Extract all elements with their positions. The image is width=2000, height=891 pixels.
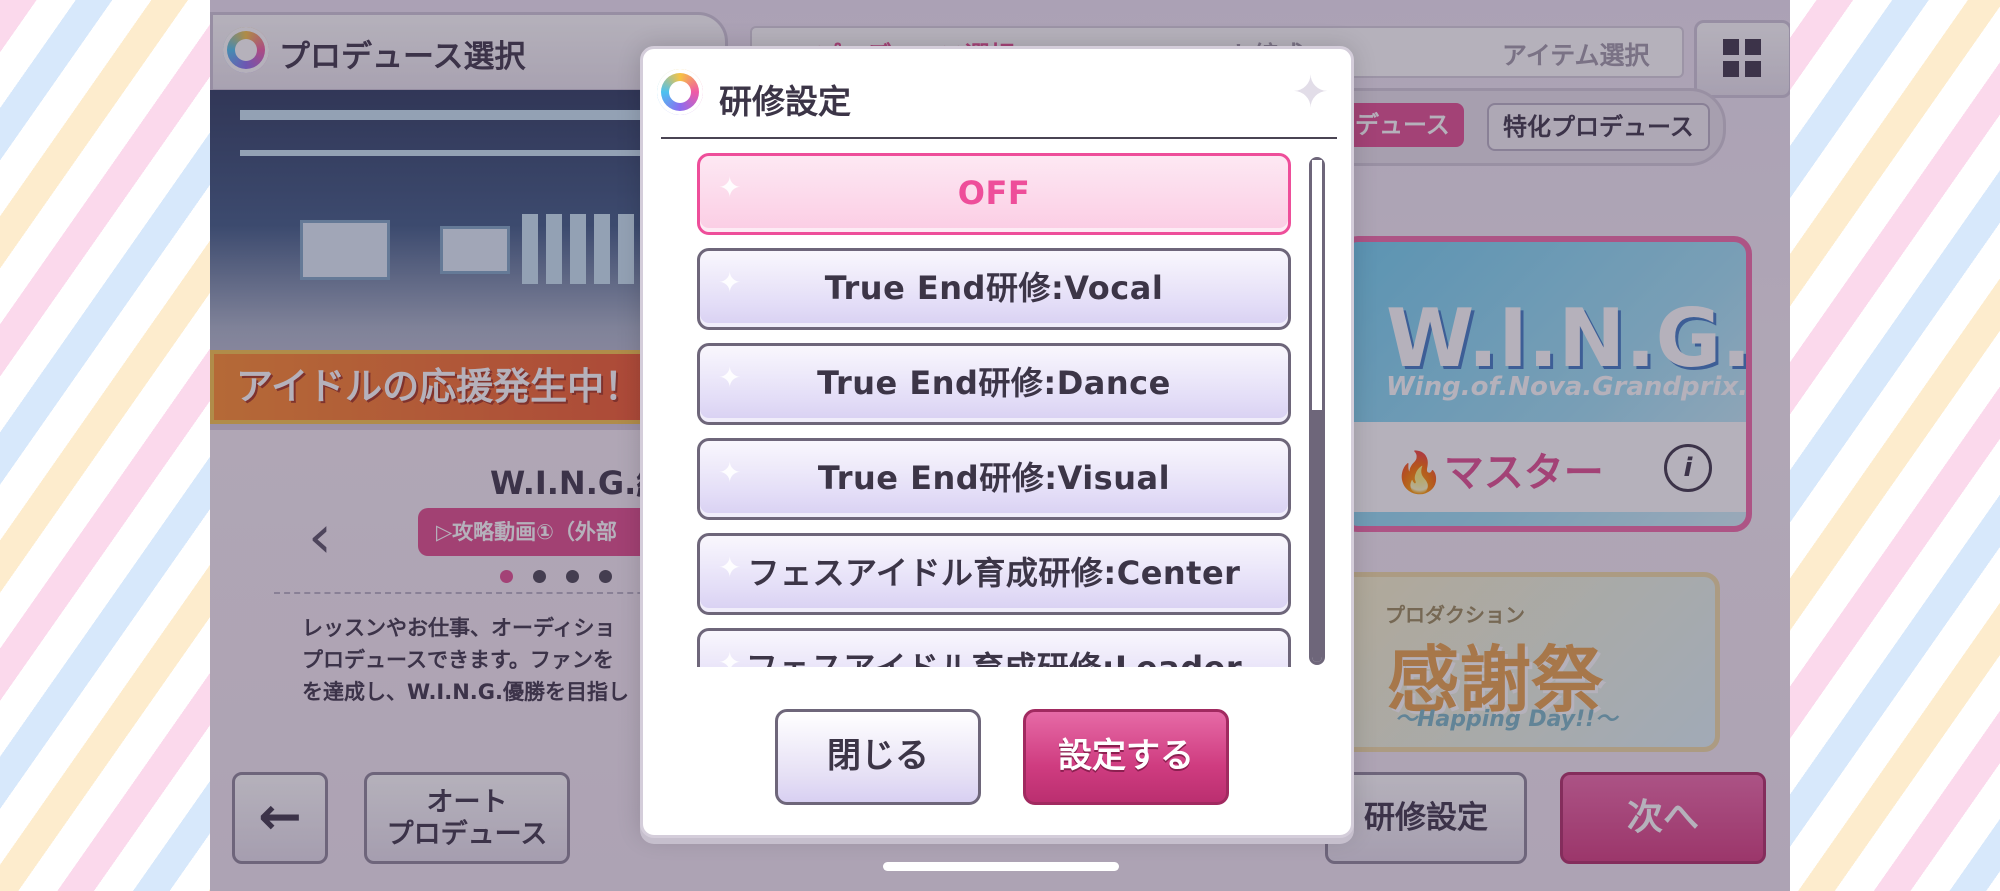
close-button[interactable]: 閉じる xyxy=(775,709,981,805)
option-off[interactable]: OFF xyxy=(697,153,1291,235)
game-screen: プロデュース選択 プロデュース選択 ユニット編成 アイテム選択 プロデュース 特… xyxy=(210,0,1790,891)
training-option-list[interactable]: OFF True End研修:Vocal True End研修:Dance Tr… xyxy=(697,153,1297,667)
home-indicator[interactable] xyxy=(883,862,1119,871)
list-scrollbar[interactable] xyxy=(1309,157,1325,665)
dialog-divider xyxy=(661,137,1337,139)
scrollbar-rest xyxy=(1312,410,1322,662)
option-true-end-visual[interactable]: True End研修:Visual xyxy=(697,438,1291,520)
dialog-title: 研修設定 xyxy=(719,82,851,121)
option-fes-center[interactable]: フェスアイドル育成研修:Center xyxy=(697,533,1291,615)
option-fes-leader[interactable]: フェスアイドル育成研修:Leader xyxy=(697,628,1291,667)
training-settings-dialog: 研修設定 ✦ OFF True End研修:Vocal True End研修:D… xyxy=(640,46,1354,838)
confirm-settings-button[interactable]: 設定する xyxy=(1023,709,1229,805)
option-true-end-vocal[interactable]: True End研修:Vocal xyxy=(697,248,1291,330)
sparkle-icon: ✦ xyxy=(1292,67,1329,118)
shiny-logo-icon xyxy=(657,69,703,115)
option-true-end-dance[interactable]: True End研修:Dance xyxy=(697,343,1291,425)
scrollbar-thumb[interactable] xyxy=(1312,160,1322,413)
